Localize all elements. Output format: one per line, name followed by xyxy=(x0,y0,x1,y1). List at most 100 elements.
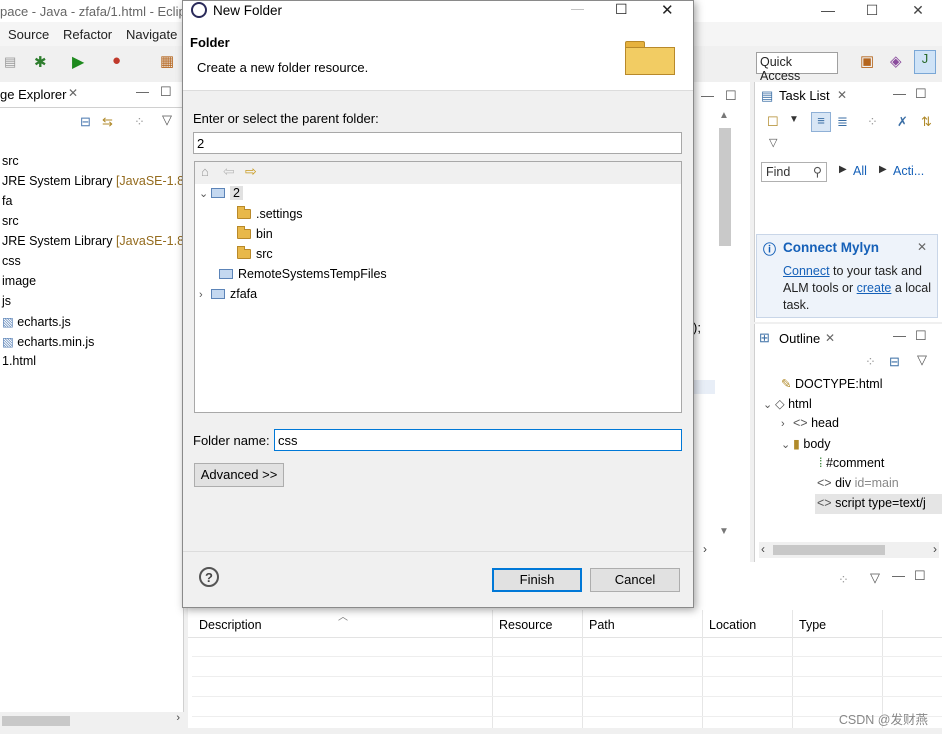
outline-item-selected[interactable]: <> script type=text/j xyxy=(815,494,942,514)
activate-task-link[interactable]: Acti... xyxy=(893,164,924,178)
tree-item[interactable]: src xyxy=(2,154,19,168)
save-all-icon[interactable]: ▤ xyxy=(4,54,16,70)
external-tools-icon[interactable]: ● xyxy=(112,52,121,69)
forward-arrow-icon[interactable]: ⇨ xyxy=(245,163,257,180)
back-arrow-icon[interactable]: ⇦ xyxy=(223,163,235,180)
chevron-down-icon[interactable]: ⌄ xyxy=(781,438,793,451)
chevron-right-icon[interactable]: › xyxy=(781,418,793,430)
chevron-right-icon[interactable]: › xyxy=(199,289,211,301)
tree-item-folder[interactable]: .settings xyxy=(237,206,303,221)
minimize-editor-icon[interactable]: — xyxy=(701,88,714,103)
column-path[interactable]: Path xyxy=(589,618,615,632)
create-link[interactable]: create xyxy=(857,281,892,295)
new-package-icon[interactable]: ▦ xyxy=(160,52,174,70)
focus-icon[interactable]: ⁘ xyxy=(838,572,849,588)
connect-link[interactable]: Connect xyxy=(783,264,830,278)
scrollbar-thumb[interactable] xyxy=(773,545,885,555)
column-location[interactable]: Location xyxy=(709,618,756,632)
view-menu-icon[interactable]: ▽ xyxy=(162,112,172,128)
finish-button[interactable]: Finish xyxy=(492,568,582,592)
outline-item[interactable]: <> div id=main xyxy=(817,476,899,490)
minimize-view-icon[interactable]: — xyxy=(136,84,149,99)
sync-icon[interactable]: ⇅ xyxy=(921,114,932,130)
debug-icon[interactable]: ✱ xyxy=(34,53,47,71)
scroll-up-icon[interactable]: ▲ xyxy=(719,110,729,121)
outline-item[interactable]: ⁞ #comment xyxy=(819,456,884,470)
close-view-icon[interactable]: ✕ xyxy=(68,86,78,100)
task-list-title[interactable]: Task List xyxy=(779,88,830,103)
maximize-view-icon[interactable]: ☐ xyxy=(915,328,927,344)
editor-scrollbar-thumb[interactable] xyxy=(719,128,731,246)
scroll-left-icon[interactable]: ‹ xyxy=(761,542,765,556)
close-icon[interactable]: ✕ xyxy=(917,240,927,254)
scroll-right-icon[interactable]: › xyxy=(703,542,707,556)
new-task-icon[interactable]: ☐ xyxy=(767,114,779,130)
maximize-editor-icon[interactable]: ☐ xyxy=(725,88,737,104)
view-menu-icon[interactable]: ▽ xyxy=(917,352,927,368)
maximize-icon[interactable]: ☐ xyxy=(862,2,882,19)
tree-item[interactable]: JRE System Library [JavaSE-1.8] xyxy=(2,174,188,188)
close-icon[interactable]: ✕ xyxy=(908,2,928,19)
close-icon[interactable]: ✕ xyxy=(661,1,674,19)
outline-item[interactable]: › <> head xyxy=(781,416,839,430)
minimize-icon[interactable]: — xyxy=(818,2,838,18)
tree-item-project-2[interactable]: ⌄ 2 xyxy=(199,186,243,200)
all-tasks-link[interactable]: All xyxy=(853,164,867,178)
java-perspective-icon[interactable]: J xyxy=(914,50,936,74)
tree-item-folder[interactable]: bin xyxy=(237,226,273,241)
collapse-all-icon[interactable]: ⊟ xyxy=(889,354,900,370)
menu-navigate[interactable]: Navigate xyxy=(126,27,177,42)
tree-item[interactable]: ▧ echarts.js xyxy=(2,314,71,329)
folder-name-input[interactable]: css xyxy=(274,429,682,451)
scroll-right-icon[interactable]: › xyxy=(176,712,180,724)
minimize-view-icon[interactable]: — xyxy=(893,86,906,101)
view-menu-icon[interactable]: ▽ xyxy=(870,570,880,586)
column-type[interactable]: Type xyxy=(799,618,826,632)
help-icon[interactable]: ? xyxy=(199,567,219,587)
tree-item[interactable]: JRE System Library [JavaSE-1.8] xyxy=(2,234,188,248)
chevron-down-icon[interactable]: ⌄ xyxy=(199,187,211,200)
tree-item[interactable]: 1.html xyxy=(2,354,36,368)
advanced-button[interactable]: Advanced >> xyxy=(194,463,284,487)
open-perspective-icon[interactable]: ▣ xyxy=(860,52,874,70)
package-explorer-tab[interactable]: ge Explorer ✕ — ☐ xyxy=(0,82,183,108)
cancel-button[interactable]: Cancel xyxy=(590,568,680,592)
tree-item-project[interactable]: › zfafa xyxy=(199,287,257,301)
menu-source[interactable]: Source xyxy=(8,27,49,42)
maximize-view-icon[interactable]: ☐ xyxy=(915,86,927,102)
minimize-view-icon[interactable]: — xyxy=(892,568,905,583)
chevron-down-icon[interactable]: ⌄ xyxy=(763,398,775,411)
tree-item-project[interactable]: RemoteSystemsTempFiles xyxy=(219,267,387,281)
quick-access-input[interactable]: Quick Access xyxy=(756,52,838,83)
horizontal-scrollbar[interactable]: › xyxy=(0,712,184,728)
maximize-icon[interactable]: ☐ xyxy=(615,1,628,18)
task-find-input[interactable]: Find ⚲ xyxy=(761,162,827,182)
horizontal-scrollbar[interactable]: ‹ › xyxy=(759,542,939,558)
minimize-icon[interactable]: — xyxy=(571,1,584,16)
tree-item[interactable]: src xyxy=(2,214,19,228)
maximize-view-icon[interactable]: ☐ xyxy=(160,84,172,100)
focus-icon[interactable]: ⁘ xyxy=(865,354,876,370)
scroll-down-icon[interactable]: ▼ xyxy=(719,526,729,537)
scroll-right-icon[interactable]: › xyxy=(933,542,937,556)
hide-completed-icon[interactable]: ✗ xyxy=(897,114,908,130)
parent-folder-input[interactable]: 2 xyxy=(193,132,682,154)
scrollbar-thumb[interactable] xyxy=(2,716,70,726)
scheduled-icon[interactable]: ≣ xyxy=(837,114,848,130)
close-view-icon[interactable]: ✕ xyxy=(837,88,847,102)
home-icon[interactable]: ⌂ xyxy=(201,164,209,179)
maximize-view-icon[interactable]: ☐ xyxy=(914,568,926,584)
java-ee-perspective-icon[interactable]: ◈ xyxy=(890,52,902,70)
minimize-view-icon[interactable]: — xyxy=(893,328,906,343)
menu-refactor[interactable]: Refactor xyxy=(63,27,112,42)
close-view-icon[interactable]: ✕ xyxy=(825,331,835,345)
tree-item[interactable]: fa xyxy=(2,194,12,208)
outline-item[interactable]: ⌄ ◇ html xyxy=(763,396,812,411)
tree-item-folder[interactable]: src xyxy=(237,246,273,261)
collapse-all-icon[interactable]: ⊟ xyxy=(80,114,91,130)
chevron-down-icon[interactable]: ▼ xyxy=(789,114,799,125)
outline-item[interactable]: ⌄ ▮ body xyxy=(781,436,830,451)
column-resource[interactable]: Resource xyxy=(499,618,553,632)
link-editor-icon[interactable]: ⇆ xyxy=(102,114,113,130)
column-description[interactable]: Description xyxy=(199,618,262,632)
